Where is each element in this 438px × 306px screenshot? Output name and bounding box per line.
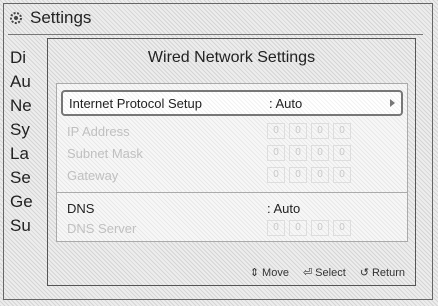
select-hint: ⏎ Select <box>302 266 346 280</box>
ip-octet: 0 <box>289 167 307 183</box>
settings-title: Settings <box>30 8 92 27</box>
internet-protocol-setup-row[interactable]: Internet Protocol Setup : Auto <box>61 90 403 116</box>
dialog-title: Wired Network Settings <box>147 49 316 66</box>
background-menu: Di Au Ne Sy La Se Ge Su <box>10 46 50 238</box>
bg-menu-item[interactable]: Ge <box>10 190 50 214</box>
subnet-mask-row: Subnet Mask 0 0 0 0 <box>67 142 397 164</box>
bg-menu-item[interactable]: La <box>10 142 50 166</box>
ip-octet: 0 <box>333 220 351 236</box>
ip-octet: 0 <box>311 123 329 139</box>
return-hint: ↺ Return <box>359 266 405 280</box>
dns-server-value: 0 0 0 0 <box>267 220 397 236</box>
ip-octet: 0 <box>333 123 351 139</box>
ip-octet: 0 <box>333 145 351 161</box>
return-label: Return <box>371 266 405 279</box>
bg-menu-item[interactable]: Au <box>10 70 50 94</box>
gear-icon <box>10 12 22 24</box>
row-label: Internet Protocol Setup <box>69 95 202 111</box>
bg-menu-item[interactable]: Ne <box>10 94 50 118</box>
ip-octet: 0 <box>267 220 285 236</box>
row-label: DNS <box>67 200 95 216</box>
row-label: IP Address <box>67 123 130 139</box>
ip-octet: 0 <box>289 145 307 161</box>
ip-octet: 0 <box>267 145 285 161</box>
dns-server-row: DNS Server 0 0 0 0 <box>67 217 397 239</box>
bg-menu-item[interactable]: Su <box>10 214 50 238</box>
gateway-row: Gateway 0 0 0 0 <box>67 164 397 186</box>
select-label: Select <box>315 266 346 279</box>
ip-octet: 0 <box>311 220 329 236</box>
settings-header: Settings <box>8 8 91 28</box>
ip-address-row: IP Address 0 0 0 0 <box>67 120 397 142</box>
dns-settings-panel: DNS : Auto DNS Server 0 0 0 0 <box>56 192 408 242</box>
ip-octet: 0 <box>289 123 307 139</box>
move-hint: ⇕ Move <box>249 266 289 280</box>
bg-menu-item[interactable]: Se <box>10 166 50 190</box>
enter-icon: ⏎ <box>302 267 313 279</box>
row-value: : Auto <box>267 200 301 216</box>
subnet-mask-value: 0 0 0 0 <box>267 145 397 161</box>
ip-octet: 0 <box>311 167 329 183</box>
ip-octet: 0 <box>311 145 329 161</box>
header-divider <box>8 34 423 35</box>
ip-address-value: 0 0 0 0 <box>267 123 397 139</box>
gateway-value: 0 0 0 0 <box>267 167 397 183</box>
row-label: Gateway <box>67 167 119 183</box>
return-icon: ↺ <box>359 267 369 279</box>
row-label: DNS Server <box>67 220 137 236</box>
tv-screen: Settings Di Au Ne Sy La Se Ge Su Wired N… <box>0 0 438 306</box>
dns-row[interactable]: DNS : Auto <box>67 197 397 219</box>
key-guide: ⇕ Move ⏎ Select ↺ Return <box>249 266 405 280</box>
bg-menu-item[interactable]: Di <box>10 46 50 70</box>
ip-octet: 0 <box>267 123 285 139</box>
ip-octet: 0 <box>333 167 351 183</box>
wired-network-dialog: Wired Network Settings Internet Protocol… <box>47 38 416 286</box>
move-label: Move <box>262 266 289 279</box>
up-down-arrow-icon: ⇕ <box>249 267 260 279</box>
ip-octet: 0 <box>289 220 307 236</box>
chevron-right-icon <box>390 99 395 107</box>
row-value: : Auto <box>269 95 303 111</box>
ip-octet: 0 <box>267 167 285 183</box>
row-label: Subnet Mask <box>67 145 143 161</box>
bg-menu-item[interactable]: Sy <box>10 118 50 142</box>
